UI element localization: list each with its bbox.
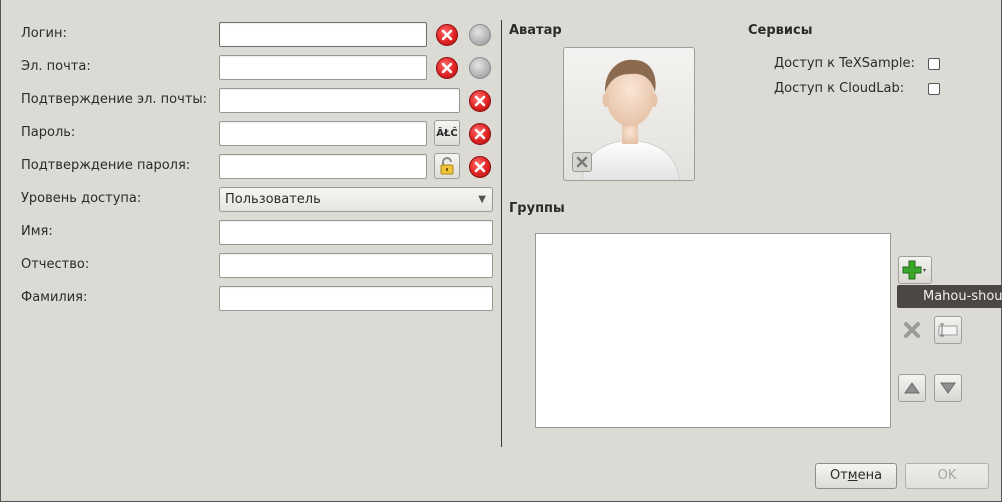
lock-button[interactable] bbox=[434, 153, 460, 179]
charset-button[interactable]: ÂŁČ bbox=[434, 120, 460, 146]
access-level-value: Пользователь bbox=[225, 192, 321, 207]
email-input[interactable] bbox=[219, 55, 427, 80]
password-input[interactable] bbox=[219, 121, 427, 146]
email-confirm-label: Подтверждение эл. почты: bbox=[21, 92, 208, 107]
avatar-button[interactable] bbox=[563, 47, 695, 181]
patronymic-input[interactable] bbox=[219, 253, 493, 278]
email-label: Эл. почта: bbox=[21, 59, 91, 74]
access-level-label: Уровень доступа: bbox=[21, 191, 142, 206]
email-confirm-input[interactable] bbox=[219, 88, 460, 113]
surname-input[interactable] bbox=[219, 286, 493, 311]
add-plus-icon bbox=[902, 260, 926, 280]
password-label: Пароль: bbox=[21, 125, 76, 140]
clear-avatar-button[interactable] bbox=[572, 152, 592, 172]
password-confirm-label: Подтверждение пароля: bbox=[21, 158, 191, 173]
services-heading: Сервисы bbox=[748, 23, 813, 38]
login-globe-icon[interactable] bbox=[468, 23, 492, 47]
email-confirm-error-icon bbox=[468, 89, 492, 113]
password-confirm-input[interactable] bbox=[219, 154, 427, 179]
vertical-separator bbox=[501, 20, 502, 447]
name-input[interactable] bbox=[219, 220, 493, 245]
cloudlab-access-label: Доступ к CloudLab: bbox=[774, 81, 905, 96]
password-error-icon bbox=[468, 122, 492, 146]
groups-list[interactable] bbox=[535, 233, 891, 428]
surname-label: Фамилия: bbox=[21, 290, 88, 305]
password-confirm-error-icon bbox=[468, 155, 492, 179]
cancel-label-prefix: От bbox=[829, 468, 848, 483]
access-level-select[interactable]: Пользователь ▼ bbox=[219, 187, 493, 212]
patronymic-label: Отчество: bbox=[21, 257, 90, 272]
texsample-access-label: Доступ к TeXSample: bbox=[774, 56, 915, 71]
login-error-icon bbox=[435, 23, 459, 47]
rename-group-button[interactable] bbox=[934, 316, 962, 344]
add-group-button[interactable] bbox=[898, 256, 932, 284]
arrow-up-icon bbox=[904, 382, 920, 394]
email-error-icon bbox=[435, 56, 459, 80]
cancel-label-mnemonic: м bbox=[847, 468, 858, 483]
remove-x-icon bbox=[904, 322, 920, 338]
move-up-button[interactable] bbox=[898, 374, 926, 402]
close-icon bbox=[576, 156, 588, 168]
chevron-down-icon: ▼ bbox=[478, 194, 486, 205]
cancel-label-suffix: ена bbox=[857, 468, 883, 483]
name-label: Имя: bbox=[21, 224, 53, 239]
login-input[interactable] bbox=[219, 22, 427, 47]
cancel-button[interactable]: Отмена bbox=[815, 463, 897, 489]
texsample-access-checkbox[interactable] bbox=[928, 58, 940, 70]
move-down-button[interactable] bbox=[934, 374, 962, 402]
groups-heading: Группы bbox=[509, 201, 565, 216]
arrow-down-icon bbox=[940, 382, 956, 394]
rename-field-icon bbox=[938, 323, 958, 337]
ok-button[interactable]: OK bbox=[905, 463, 989, 489]
cloudlab-access-checkbox[interactable] bbox=[928, 83, 940, 95]
email-globe-icon[interactable] bbox=[468, 56, 492, 80]
group-tooltip: Mahou-shoujo bbox=[897, 285, 1002, 308]
login-label: Логин: bbox=[21, 26, 67, 41]
avatar-heading: Аватар bbox=[509, 23, 562, 38]
lock-icon bbox=[440, 157, 454, 175]
remove-group-button[interactable] bbox=[898, 316, 926, 344]
